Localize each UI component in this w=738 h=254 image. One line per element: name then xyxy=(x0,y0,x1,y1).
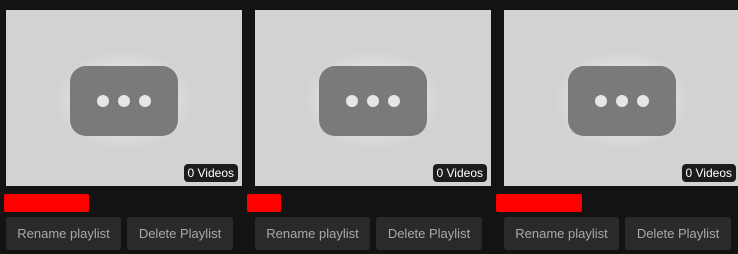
dot xyxy=(118,95,130,107)
more-horizontal-icon xyxy=(568,66,676,136)
dot xyxy=(97,95,109,107)
dot xyxy=(595,95,607,107)
more-horizontal-icon xyxy=(319,66,427,136)
playlist-name-redacted xyxy=(4,194,89,212)
more-horizontal-icon xyxy=(70,66,178,136)
video-count-badge: 0 Videos xyxy=(183,164,238,182)
playlist-card: 0 Videos Rename playlist Delete Playlist xyxy=(247,0,495,254)
dot xyxy=(616,95,628,107)
playlist-name-redacted xyxy=(247,194,281,212)
dot xyxy=(367,95,379,107)
dot xyxy=(637,95,649,107)
playlist-grid: 0 Videos Rename playlist Delete Playlist… xyxy=(0,0,738,254)
rename-playlist-button[interactable]: Rename playlist xyxy=(6,217,121,250)
delete-playlist-button[interactable]: Delete Playlist xyxy=(376,217,482,250)
video-count-badge: 0 Videos xyxy=(681,164,736,182)
rename-playlist-button[interactable]: Rename playlist xyxy=(255,217,370,250)
playlist-thumbnail[interactable]: 0 Videos xyxy=(504,10,738,186)
playlist-thumbnail[interactable]: 0 Videos xyxy=(6,10,242,186)
playlist-thumbnail[interactable]: 0 Videos xyxy=(255,10,491,186)
playlist-card: 0 Videos Rename playlist Delete Playlist xyxy=(496,0,738,254)
rename-playlist-button[interactable]: Rename playlist xyxy=(504,217,619,250)
playlist-card: 0 Videos Rename playlist Delete Playlist xyxy=(4,0,246,254)
delete-playlist-button[interactable]: Delete Playlist xyxy=(625,217,731,250)
dot xyxy=(388,95,400,107)
dot xyxy=(346,95,358,107)
delete-playlist-button[interactable]: Delete Playlist xyxy=(127,217,233,250)
video-count-badge: 0 Videos xyxy=(432,164,487,182)
playlist-name-redacted xyxy=(496,194,582,212)
dot xyxy=(139,95,151,107)
